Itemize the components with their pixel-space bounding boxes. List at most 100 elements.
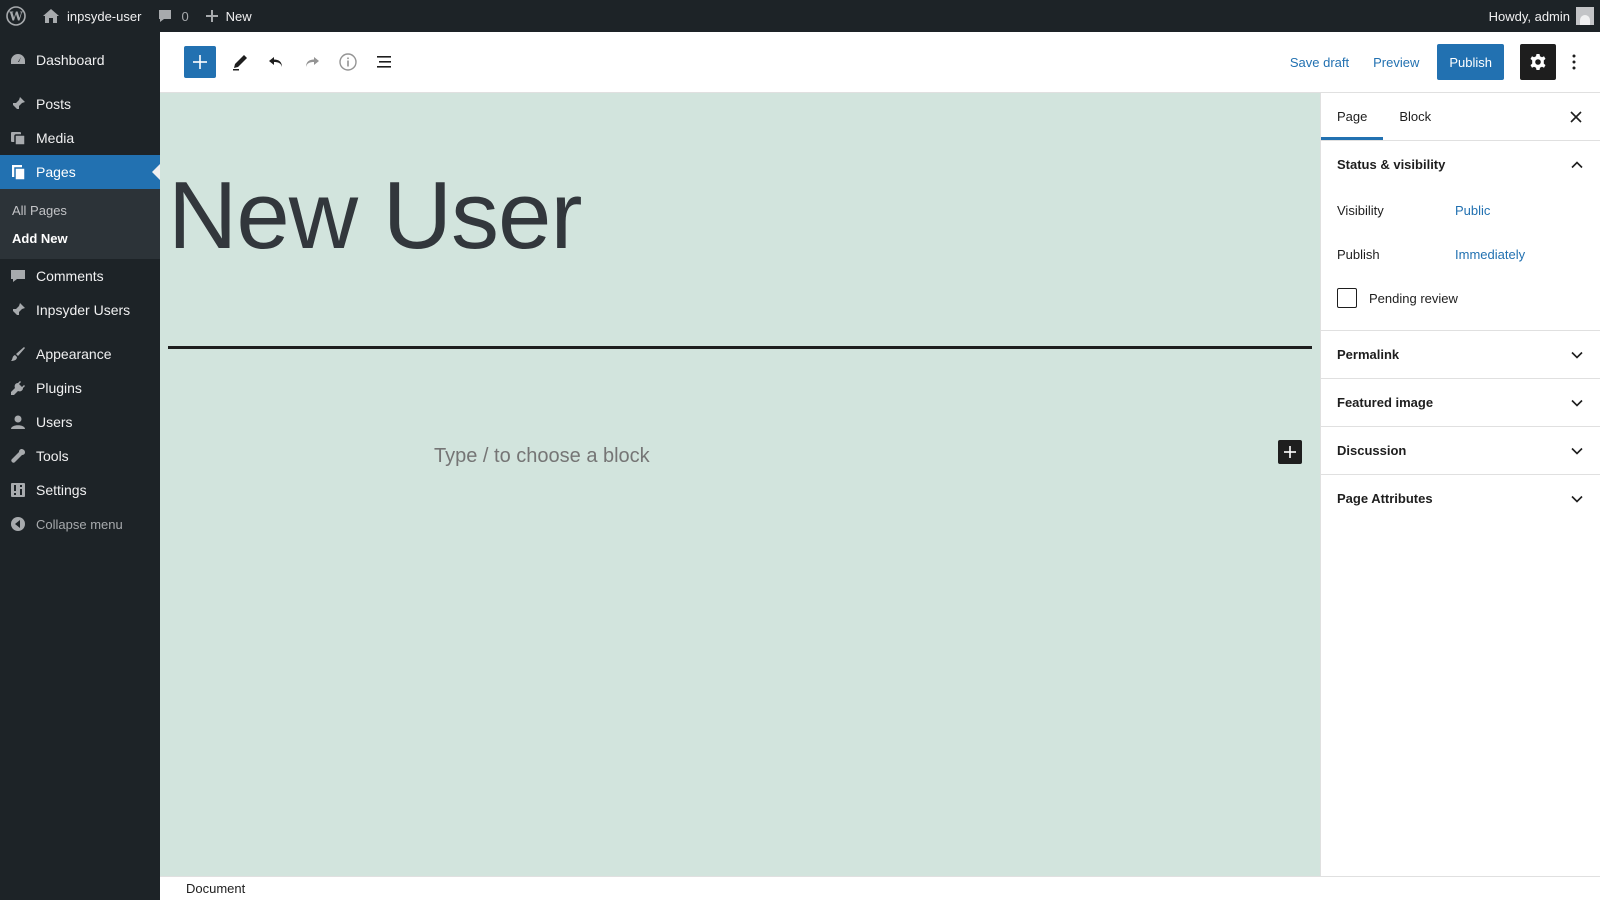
pending-review-row: Pending review (1337, 276, 1584, 320)
avatar (1576, 7, 1594, 25)
default-block-appender[interactable]: Type / to choose a block (434, 445, 650, 468)
pages-icon (0, 163, 36, 181)
pin-icon (0, 95, 36, 113)
status-visibility-toggle[interactable]: Status & visibility (1321, 141, 1600, 188)
page-attributes-toggle[interactable]: Page Attributes (1321, 475, 1600, 522)
redo-icon (306, 57, 319, 67)
media-icon (0, 129, 36, 147)
publish-button[interactable]: Publish (1437, 44, 1504, 80)
sidebar-item-pages[interactable]: Pages (0, 155, 160, 189)
sidebar-item-label: Pages (36, 164, 76, 180)
visibility-toggle[interactable]: Public (1455, 203, 1490, 218)
page-attributes-panel: Page Attributes (1321, 475, 1600, 522)
sidebar-item-users[interactable]: Users (0, 405, 160, 439)
dashboard-icon (0, 51, 36, 69)
submenu-all-pages[interactable]: All Pages (0, 196, 160, 224)
pencil-icon (233, 55, 247, 71)
site-name-link[interactable]: inpsyde-user (34, 0, 149, 32)
sliders-icon (0, 481, 36, 499)
page-title[interactable]: New User (168, 163, 582, 269)
sidebar-item-media[interactable]: Media (0, 121, 160, 155)
panel-title: Page Attributes (1337, 491, 1433, 506)
admin-bar: W inpsyde-user 0 New Howdy, admin (0, 0, 1600, 32)
editor-canvas: New User Type / to choose a block (160, 93, 1320, 876)
list-view-icon (377, 56, 391, 68)
block-inserter-button[interactable] (184, 46, 216, 78)
permalink-panel: Permalink (1321, 331, 1600, 379)
close-icon (1570, 111, 1582, 123)
tab-block[interactable]: Block (1383, 93, 1447, 140)
new-label: New (225, 8, 252, 24)
user-icon (0, 413, 36, 431)
more-vertical-icon (1572, 54, 1576, 70)
collapse-menu-button[interactable]: Collapse menu (0, 507, 160, 541)
comment-icon (157, 8, 173, 24)
my-account-link[interactable]: Howdy, admin (1481, 0, 1600, 32)
new-content-link[interactable]: New (197, 0, 260, 32)
sidebar-item-label: Inpsyder Users (36, 302, 131, 318)
sidebar-item-plugins[interactable]: Plugins (0, 371, 160, 405)
inline-inserter-button[interactable] (1278, 440, 1302, 464)
tab-page[interactable]: Page (1321, 93, 1383, 140)
panel-title: Permalink (1337, 347, 1400, 362)
info-icon (339, 53, 357, 71)
sidebar-item-label: Settings (36, 482, 87, 498)
settings-toggle-button[interactable] (1520, 44, 1556, 80)
chevron-up-icon (1571, 160, 1583, 168)
chevron-down-icon (1571, 495, 1583, 503)
sidebar-item-tools[interactable]: Tools (0, 439, 160, 473)
redo-button[interactable] (294, 44, 330, 80)
sidebar-item-dashboard[interactable]: Dashboard (0, 43, 160, 77)
sidebar-item-appearance[interactable]: Appearance (0, 337, 160, 371)
featured-image-toggle[interactable]: Featured image (1321, 379, 1600, 426)
publish-date-toggle[interactable]: Immediately (1455, 247, 1525, 262)
comments-link[interactable]: 0 (149, 0, 196, 32)
sidebar-item-inpsyder-users[interactable]: Inpsyder Users (0, 293, 160, 327)
pending-review-label[interactable]: Pending review (1369, 291, 1458, 306)
sidebar-item-label: Appearance (36, 346, 112, 362)
sidebar-item-label: Users (36, 414, 73, 430)
details-button[interactable] (330, 44, 366, 80)
howdy-text: Howdy, admin (1488, 8, 1570, 24)
publish-label: Publish (1337, 246, 1380, 262)
plus-icon (1284, 446, 1296, 458)
admin-sidebar: Dashboard Posts Media Pages All Pages Ad… (0, 32, 160, 900)
list-view-button[interactable] (366, 44, 402, 80)
close-settings-button[interactable] (1564, 105, 1588, 129)
sidebar-item-label: Tools (36, 448, 69, 464)
panel-title: Status & visibility (1337, 157, 1446, 172)
site-name: inpsyde-user (67, 8, 142, 24)
pending-review-checkbox[interactable] (1337, 288, 1357, 308)
pin-icon (0, 301, 36, 319)
featured-image-panel: Featured image (1321, 379, 1600, 427)
undo-button[interactable] (258, 44, 294, 80)
sidebar-item-label: Posts (36, 96, 72, 112)
submenu-add-new[interactable]: Add New (0, 224, 160, 252)
sidebar-item-label: Plugins (36, 380, 82, 396)
separator-block[interactable] (168, 346, 1312, 349)
editor-toolbar: Save draft Preview Publish (160, 32, 1600, 93)
discussion-toggle[interactable]: Discussion (1321, 427, 1600, 474)
breadcrumb-document[interactable]: Document (186, 881, 245, 896)
preview-button[interactable]: Preview (1361, 44, 1431, 80)
visibility-label: Visibility (1337, 202, 1384, 218)
options-menu-button[interactable] (1556, 44, 1592, 80)
sidebar-item-label: Dashboard (36, 52, 105, 68)
settings-sidebar: Page Block Status & visibility Visibilit… (1320, 93, 1600, 876)
save-draft-button[interactable]: Save draft (1278, 44, 1361, 80)
sidebar-item-settings[interactable]: Settings (0, 473, 160, 507)
chevron-down-icon (1571, 447, 1583, 455)
undo-icon (269, 57, 282, 67)
sidebar-item-posts[interactable]: Posts (0, 87, 160, 121)
permalink-toggle[interactable]: Permalink (1321, 331, 1600, 378)
tools-button[interactable] (222, 44, 258, 80)
panel-title: Featured image (1337, 395, 1434, 410)
plus-icon (205, 9, 219, 23)
collapse-label: Collapse menu (36, 516, 123, 532)
wordpress-logo-icon[interactable]: W (0, 0, 34, 32)
publish-row: Publish Immediately (1337, 232, 1584, 276)
gear-icon (1530, 54, 1546, 70)
collapse-icon (0, 516, 36, 532)
sidebar-item-label: Media (36, 130, 75, 146)
sidebar-item-comments[interactable]: Comments (0, 259, 160, 293)
